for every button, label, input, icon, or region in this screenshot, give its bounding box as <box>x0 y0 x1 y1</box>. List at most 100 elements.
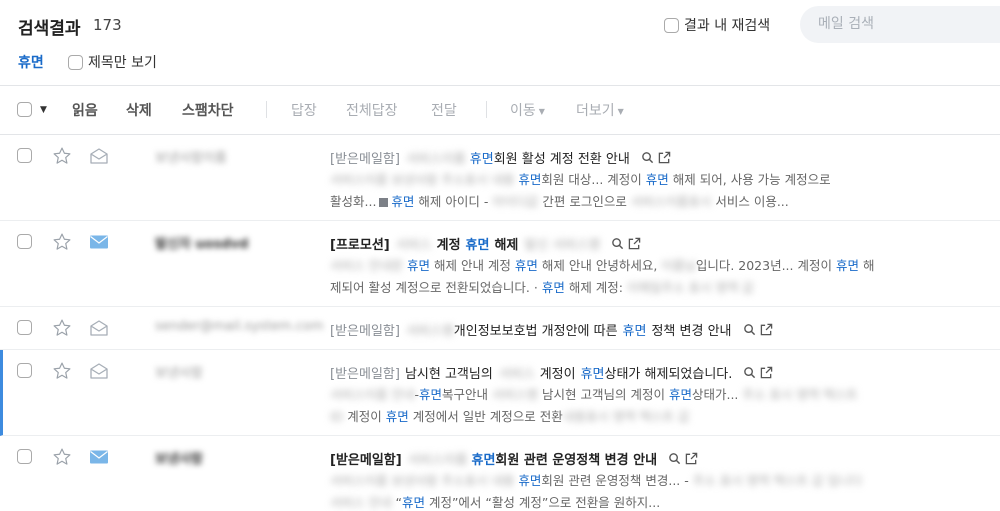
checkbox-icon[interactable] <box>17 234 32 249</box>
mail-folder: [받은메일함] <box>330 152 400 167</box>
mail-row[interactable]: 보낸사람이름 [받은메일함] 서비스이름 휴면 회원 활성 계정 전환 안내 서… <box>0 135 1000 221</box>
keyword-highlight: 휴면 <box>469 152 494 167</box>
keyword-highlight: 휴면 <box>401 495 425 510</box>
checkbox-icon[interactable] <box>17 320 32 335</box>
search-icon[interactable] <box>641 151 654 164</box>
search-icon[interactable] <box>668 452 681 465</box>
blurred-text: 발신 서비스명 <box>524 238 601 253</box>
mail-row[interactable]: 발신자 uosdvd [프로모션] 서비스 계정 휴면 해제 발신 서비스명 서… <box>0 221 1000 307</box>
mail-sender: 보낸사람 <box>155 366 203 381</box>
envelope-read-icon <box>90 148 108 164</box>
mail-sender: 보낸사람이름 <box>155 151 227 166</box>
mail-search-input[interactable]: 메일 검색 <box>800 6 1000 43</box>
blurred-text: 주소 표시 영역 텍스트 값 입니다 <box>692 473 863 488</box>
subject-text: 회원 관련 운영정책 변경 안내 <box>495 453 658 468</box>
caret-down-icon: ▼ <box>538 106 545 116</box>
blurred-text: 내용표시 영역 텍스트 값 <box>562 409 690 424</box>
mail-subject[interactable]: [프로모션] 서비스 계정 휴면 해제 발신 서비스명 <box>330 234 641 253</box>
preview-text: 해제 계정: <box>568 280 624 295</box>
star-icon[interactable] <box>52 361 72 381</box>
mail-row[interactable]: 보낸사람 [받은메일함] 남시현 고객님의 서비스 계정이 휴면 상태가 해제되었… <box>0 350 1000 436</box>
mail-sender: 발신자 uosdvd <box>155 237 249 252</box>
mail-subject[interactable]: [받은메일함] 남시현 고객님의 서비스 계정이 휴면 상태가 해제되었습니다. <box>330 363 773 382</box>
mail-subject[interactable]: [받은메일함] 서비스명 개인정보보호법 개정안에 따른 휴면 정책 변경 안내 <box>330 320 773 339</box>
search-icon[interactable] <box>743 366 756 379</box>
open-new-window-icon[interactable] <box>760 323 773 336</box>
preview-text: 입니다. 2023년... 계정이 <box>695 258 832 273</box>
mail-folder: [프로모션] <box>330 238 390 253</box>
star-icon[interactable] <box>52 232 72 252</box>
preview-text: 복구안내 <box>442 387 489 402</box>
open-new-window-icon[interactable] <box>628 237 641 250</box>
caret-down-icon: ▼ <box>617 106 624 116</box>
select-all-checkbox[interactable]: ▼ <box>17 102 47 117</box>
checkbox-icon[interactable] <box>68 54 83 70</box>
checkbox-icon[interactable] <box>17 449 32 464</box>
envelope-unread-icon <box>90 450 108 464</box>
open-new-window-icon[interactable] <box>760 366 773 379</box>
blurred-text: 서비스이름 <box>405 152 466 167</box>
checkbox-icon[interactable] <box>17 148 32 163</box>
preview-text: 해제 안내 계정 <box>433 258 511 273</box>
keyword-highlight: 휴면 <box>645 172 669 187</box>
checkbox-icon[interactable] <box>664 17 679 33</box>
keyword-highlight: 휴면 <box>668 387 692 402</box>
preview-text: 해제 안내 안녕하세요, <box>541 258 658 273</box>
blurred-text: 서비스 <box>498 367 535 382</box>
mail-preview[interactable]: 서비스이름 보낸사람 주소표시 내용 휴면회원 관련 운영정책 변경... - … <box>330 470 930 511</box>
keyword-highlight: 휴면 <box>385 409 409 424</box>
subject-text: 정책 변경 안내 <box>651 324 732 339</box>
keyword-highlight: 휴면 <box>406 258 430 273</box>
forward-button[interactable]: 전달 <box>431 100 457 120</box>
star-icon[interactable] <box>52 318 72 338</box>
mail-folder: [받은메일함] <box>330 324 400 339</box>
more-button[interactable]: 더보기 ▼ <box>576 100 624 120</box>
mail-preview[interactable]: 서비스 안내문 휴면 해제 안내 계정 휴면 해제 안내 안녕하세요, 이름님입… <box>330 255 930 299</box>
keyword-highlight: 휴면 <box>580 367 605 382</box>
mail-preview[interactable]: 서비스이름 안내-휴면복구안내 서비스명 남시현 고객님의 계정이 휴면상태가.… <box>330 384 930 428</box>
delete-button[interactable]: 삭제 <box>126 100 152 120</box>
mail-row[interactable]: 보낸사람 [받은메일함] 서비스이름 휴면 회원 관련 운영정책 변경 안내 서비… <box>0 436 1000 511</box>
preview-text: 해제 되어, 사용 가능 계정으로 <box>672 172 831 187</box>
mail-toolbar: ▼ 읽음 삭제 스팸차단 답장 전체답장 전달 이동 ▼ 더보기 ▼ <box>0 86 1000 134</box>
mail-subject[interactable]: [받은메일함] 서비스이름 휴면 회원 활성 계정 전환 안내 <box>330 148 671 167</box>
blurred-text: 서비스이름 <box>407 453 468 468</box>
checkbox-icon[interactable] <box>17 363 32 378</box>
subject-text: 회원 활성 계정 전환 안내 <box>493 152 630 167</box>
subject-only-checkbox[interactable]: 제목만 보기 <box>68 52 157 72</box>
keyword-highlight: 휴면 <box>391 194 415 209</box>
mail-preview[interactable]: 서비스이름 보낸사람 주소표시 내용 휴면회원 대상... 계정이 휴면 해제 … <box>330 169 930 213</box>
blurred-text: 서비스이름 보낸사람 주소표시 내용 <box>330 172 515 187</box>
star-icon[interactable] <box>52 146 72 166</box>
blurred-text: 서비스이름 안내 <box>330 387 415 402</box>
reply-button[interactable]: 답장 <box>291 100 317 120</box>
row-icons <box>17 233 108 250</box>
checkbox-icon[interactable] <box>17 102 32 117</box>
search-icon[interactable] <box>743 323 756 336</box>
keyword-highlight: 휴면 <box>419 387 443 402</box>
row-actions <box>664 452 698 465</box>
open-new-window-icon[interactable] <box>685 452 698 465</box>
mail-sender: 보낸사람 <box>155 452 203 467</box>
search-in-result-checkbox[interactable]: 결과 내 재검색 <box>664 15 770 35</box>
preview-text: 해 <box>862 258 875 273</box>
move-button[interactable]: 이동 ▼ <box>510 100 545 120</box>
envelope-read-icon <box>90 320 108 336</box>
row-actions <box>637 151 671 164</box>
blurred-text: 서비스이름표시 <box>630 194 712 209</box>
mail-row[interactable]: sender@mail.system.com [받은메일함] 서비스명 개인정보… <box>0 307 1000 350</box>
search-icon[interactable] <box>611 237 624 250</box>
chevron-down-icon[interactable]: ▼ <box>40 105 47 115</box>
preview-text: 계정에서 일반 계정으로 전환 <box>412 409 563 424</box>
star-icon[interactable] <box>52 447 72 467</box>
keyword-filter-tag[interactable]: 휴면 <box>18 52 44 72</box>
mail-subject[interactable]: [받은메일함] 서비스이름 휴면 회원 관련 운영정책 변경 안내 <box>330 449 698 468</box>
row-icons <box>17 319 108 336</box>
open-new-window-icon[interactable] <box>658 151 671 164</box>
more-label: 더보기 <box>576 103 615 119</box>
blurred-text: 서비스 안내문 <box>330 258 403 273</box>
mark-read-button[interactable]: 읽음 <box>72 100 98 120</box>
reply-all-button[interactable]: 전체답장 <box>346 100 398 120</box>
preview-text: 제되어 활성 계정으로 전환되었습니다. · <box>330 280 538 295</box>
spam-block-button[interactable]: 스팸차단 <box>182 100 234 120</box>
